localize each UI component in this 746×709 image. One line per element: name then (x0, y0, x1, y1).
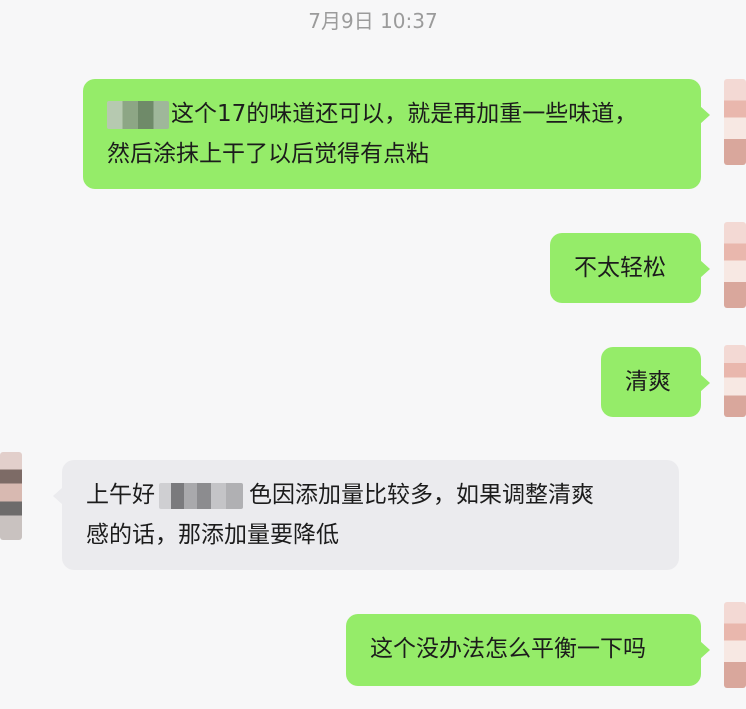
message-text: 这个没办法怎么平衡一下吗 (370, 636, 646, 662)
self-avatar-icon[interactable] (724, 602, 746, 688)
message-text: 然后涂抹上干了以后觉得有点粘 (107, 141, 429, 167)
message-text: 上午好 (86, 482, 155, 508)
message-text: 不太轻松 (574, 255, 666, 281)
message-timestamp: 7月9日 10:37 (308, 9, 438, 33)
message-bubble-outgoing[interactable]: 不太轻松 (550, 233, 710, 303)
message-text: 清爽 (625, 369, 671, 395)
message-bubble-outgoing[interactable]: 这个17的味道还可以，就是再加重一些味道， 然后涂抹上干了以后觉得有点粘 (83, 79, 710, 189)
redacted-name-mosaic (107, 100, 169, 129)
message-bubble-outgoing[interactable]: 清爽 (601, 347, 710, 417)
self-avatar-icon[interactable] (724, 345, 746, 417)
message-bubble-incoming[interactable]: 上午好 色因添加量比较多，如果调整清爽 感的话，那添加量要降低 (53, 460, 679, 570)
message-bubble-outgoing[interactable]: 这个没办法怎么平衡一下吗 (346, 614, 710, 686)
message-text: 这个17的味道还可以，就是再加重一些味道， (171, 101, 638, 127)
message-text: 色因添加量比较多，如果调整清爽 (249, 482, 594, 508)
self-avatar-icon[interactable] (724, 79, 746, 165)
self-avatar-icon[interactable] (724, 222, 746, 308)
redacted-name-mosaic (159, 482, 243, 509)
message-text: 感的话，那添加量要降低 (86, 522, 339, 548)
contact-avatar-icon[interactable] (0, 452, 22, 540)
